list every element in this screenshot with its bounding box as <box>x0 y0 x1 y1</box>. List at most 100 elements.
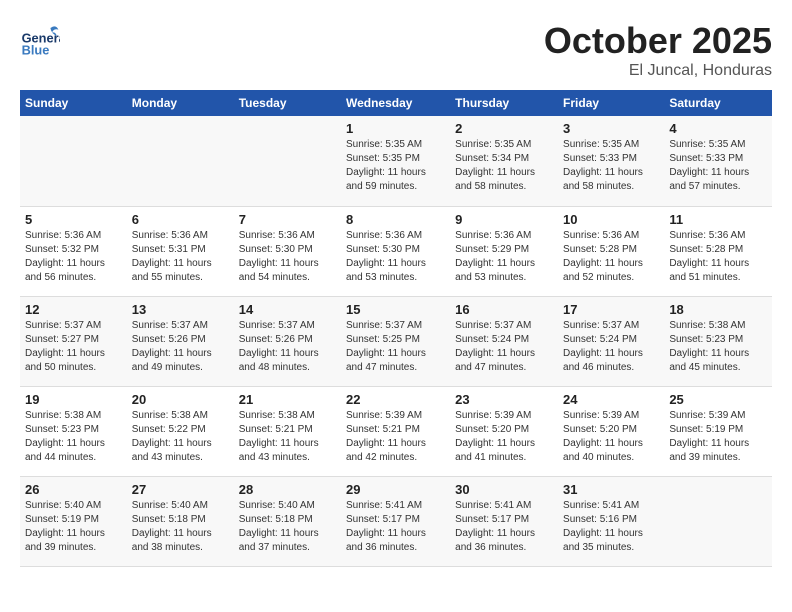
calendar-cell: 10 Sunrise: 5:36 AM Sunset: 5:28 PM Dayli… <box>558 206 664 296</box>
header-sunday: Sunday <box>20 90 127 116</box>
day-info: Sunrise: 5:35 AM Sunset: 5:33 PM Dayligh… <box>563 138 659 194</box>
day-info: Sunrise: 5:39 AM Sunset: 5:20 PM Dayligh… <box>563 409 659 465</box>
calendar-cell: 20 Sunrise: 5:38 AM Sunset: 5:22 PM Dayli… <box>127 386 234 476</box>
day-number: 5 <box>25 212 122 227</box>
calendar-cell: 13 Sunrise: 5:37 AM Sunset: 5:26 PM Dayli… <box>127 296 234 386</box>
calendar-cell: 7 Sunrise: 5:36 AM Sunset: 5:30 PM Daylig… <box>234 206 341 296</box>
header-wednesday: Wednesday <box>341 90 450 116</box>
day-number: 8 <box>346 212 445 227</box>
day-info: Sunrise: 5:36 AM Sunset: 5:30 PM Dayligh… <box>239 229 336 285</box>
day-info: Sunrise: 5:36 AM Sunset: 5:29 PM Dayligh… <box>455 229 553 285</box>
day-info: Sunrise: 5:39 AM Sunset: 5:19 PM Dayligh… <box>669 409 767 465</box>
logo: General Blue <box>20 20 65 60</box>
day-info: Sunrise: 5:35 AM Sunset: 5:34 PM Dayligh… <box>455 138 553 194</box>
day-number: 7 <box>239 212 336 227</box>
calendar-cell: 14 Sunrise: 5:37 AM Sunset: 5:26 PM Dayli… <box>234 296 341 386</box>
calendar-table: Sunday Monday Tuesday Wednesday Thursday… <box>20 90 772 567</box>
day-number: 23 <box>455 392 553 407</box>
calendar-cell: 6 Sunrise: 5:36 AM Sunset: 5:31 PM Daylig… <box>127 206 234 296</box>
calendar-cell <box>234 116 341 206</box>
day-number: 18 <box>669 302 767 317</box>
day-info: Sunrise: 5:36 AM Sunset: 5:28 PM Dayligh… <box>669 229 767 285</box>
calendar-cell: 27 Sunrise: 5:40 AM Sunset: 5:18 PM Dayli… <box>127 476 234 566</box>
day-number: 17 <box>563 302 659 317</box>
logo-icon: General Blue <box>20 20 60 60</box>
day-number: 20 <box>132 392 229 407</box>
day-number: 31 <box>563 482 659 497</box>
day-number: 4 <box>669 121 767 136</box>
header-saturday: Saturday <box>664 90 772 116</box>
day-number: 12 <box>25 302 122 317</box>
calendar-week-row: 12Sunrise: 5:37 AM Sunset: 5:27 PM Dayli… <box>20 296 772 386</box>
calendar-cell: 29 Sunrise: 5:41 AM Sunset: 5:17 PM Dayli… <box>341 476 450 566</box>
day-number: 1 <box>346 121 445 136</box>
calendar-cell: 18 Sunrise: 5:38 AM Sunset: 5:23 PM Dayli… <box>664 296 772 386</box>
day-info: Sunrise: 5:41 AM Sunset: 5:17 PM Dayligh… <box>346 499 445 555</box>
day-number: 6 <box>132 212 229 227</box>
day-number: 29 <box>346 482 445 497</box>
calendar-cell: 25 Sunrise: 5:39 AM Sunset: 5:19 PM Dayli… <box>664 386 772 476</box>
day-info: Sunrise: 5:35 AM Sunset: 5:35 PM Dayligh… <box>346 138 445 194</box>
day-number: 22 <box>346 392 445 407</box>
calendar-cell: 16Sunrise: 5:37 AM Sunset: 5:24 PM Dayli… <box>450 296 558 386</box>
calendar-cell: 15Sunrise: 5:37 AM Sunset: 5:25 PM Dayli… <box>341 296 450 386</box>
calendar-cell: 1 Sunrise: 5:35 AM Sunset: 5:35 PM Daylig… <box>341 116 450 206</box>
page-title: October 2025 <box>544 20 772 62</box>
day-number: 26 <box>25 482 122 497</box>
day-info: Sunrise: 5:38 AM Sunset: 5:23 PM Dayligh… <box>669 319 767 375</box>
header-thursday: Thursday <box>450 90 558 116</box>
day-info: Sunrise: 5:40 AM Sunset: 5:18 PM Dayligh… <box>132 499 229 555</box>
calendar-cell: 2Sunrise: 5:35 AM Sunset: 5:34 PM Daylig… <box>450 116 558 206</box>
day-info: Sunrise: 5:40 AM Sunset: 5:19 PM Dayligh… <box>25 499 122 555</box>
day-number: 14 <box>239 302 336 317</box>
calendar-cell: 21Sunrise: 5:38 AM Sunset: 5:21 PM Dayli… <box>234 386 341 476</box>
day-number: 25 <box>669 392 767 407</box>
day-info: Sunrise: 5:38 AM Sunset: 5:23 PM Dayligh… <box>25 409 122 465</box>
svg-text:Blue: Blue <box>22 42 50 57</box>
calendar-cell: 31 Sunrise: 5:41 AM Sunset: 5:16 PM Dayli… <box>558 476 664 566</box>
day-info: Sunrise: 5:36 AM Sunset: 5:30 PM Dayligh… <box>346 229 445 285</box>
calendar-cell: 11 Sunrise: 5:36 AM Sunset: 5:28 PM Dayli… <box>664 206 772 296</box>
day-number: 11 <box>669 212 767 227</box>
day-info: Sunrise: 5:40 AM Sunset: 5:18 PM Dayligh… <box>239 499 336 555</box>
day-number: 30 <box>455 482 553 497</box>
title-block: October 2025 El Juncal, Honduras <box>544 20 772 80</box>
day-info: Sunrise: 5:38 AM Sunset: 5:22 PM Dayligh… <box>132 409 229 465</box>
day-info: Sunrise: 5:36 AM Sunset: 5:31 PM Dayligh… <box>132 229 229 285</box>
page-subtitle: El Juncal, Honduras <box>544 62 772 80</box>
calendar-cell: 26 Sunrise: 5:40 AM Sunset: 5:19 PM Dayli… <box>20 476 127 566</box>
calendar-cell: 22Sunrise: 5:39 AM Sunset: 5:21 PM Dayli… <box>341 386 450 476</box>
day-info: Sunrise: 5:39 AM Sunset: 5:20 PM Dayligh… <box>455 409 553 465</box>
calendar-cell: 28 Sunrise: 5:40 AM Sunset: 5:18 PM Dayli… <box>234 476 341 566</box>
calendar-cell: 30Sunrise: 5:41 AM Sunset: 5:17 PM Dayli… <box>450 476 558 566</box>
day-info: Sunrise: 5:38 AM Sunset: 5:21 PM Dayligh… <box>239 409 336 465</box>
day-number: 16 <box>455 302 553 317</box>
day-info: Sunrise: 5:37 AM Sunset: 5:24 PM Dayligh… <box>563 319 659 375</box>
calendar-week-row: 26 Sunrise: 5:40 AM Sunset: 5:19 PM Dayli… <box>20 476 772 566</box>
calendar-week-row: 1 Sunrise: 5:35 AM Sunset: 5:35 PM Daylig… <box>20 116 772 206</box>
calendar-cell: 4 Sunrise: 5:35 AM Sunset: 5:33 PM Daylig… <box>664 116 772 206</box>
day-info: Sunrise: 5:41 AM Sunset: 5:16 PM Dayligh… <box>563 499 659 555</box>
header-friday: Friday <box>558 90 664 116</box>
day-info: Sunrise: 5:36 AM Sunset: 5:32 PM Dayligh… <box>25 229 122 285</box>
day-info: Sunrise: 5:37 AM Sunset: 5:25 PM Dayligh… <box>346 319 445 375</box>
calendar-cell: 5 Sunrise: 5:36 AM Sunset: 5:32 PM Daylig… <box>20 206 127 296</box>
day-number: 13 <box>132 302 229 317</box>
day-number: 9 <box>455 212 553 227</box>
day-number: 10 <box>563 212 659 227</box>
day-number: 28 <box>239 482 336 497</box>
calendar-week-row: 5 Sunrise: 5:36 AM Sunset: 5:32 PM Daylig… <box>20 206 772 296</box>
calendar-week-row: 19Sunrise: 5:38 AM Sunset: 5:23 PM Dayli… <box>20 386 772 476</box>
day-info: Sunrise: 5:35 AM Sunset: 5:33 PM Dayligh… <box>669 138 767 194</box>
calendar-cell: 23 Sunrise: 5:39 AM Sunset: 5:20 PM Dayli… <box>450 386 558 476</box>
header-monday: Monday <box>127 90 234 116</box>
day-number: 24 <box>563 392 659 407</box>
calendar-cell: 24 Sunrise: 5:39 AM Sunset: 5:20 PM Dayli… <box>558 386 664 476</box>
day-number: 27 <box>132 482 229 497</box>
calendar-cell <box>20 116 127 206</box>
day-info: Sunrise: 5:36 AM Sunset: 5:28 PM Dayligh… <box>563 229 659 285</box>
weekday-header-row: Sunday Monday Tuesday Wednesday Thursday… <box>20 90 772 116</box>
day-number: 3 <box>563 121 659 136</box>
day-info: Sunrise: 5:37 AM Sunset: 5:26 PM Dayligh… <box>239 319 336 375</box>
day-info: Sunrise: 5:37 AM Sunset: 5:26 PM Dayligh… <box>132 319 229 375</box>
